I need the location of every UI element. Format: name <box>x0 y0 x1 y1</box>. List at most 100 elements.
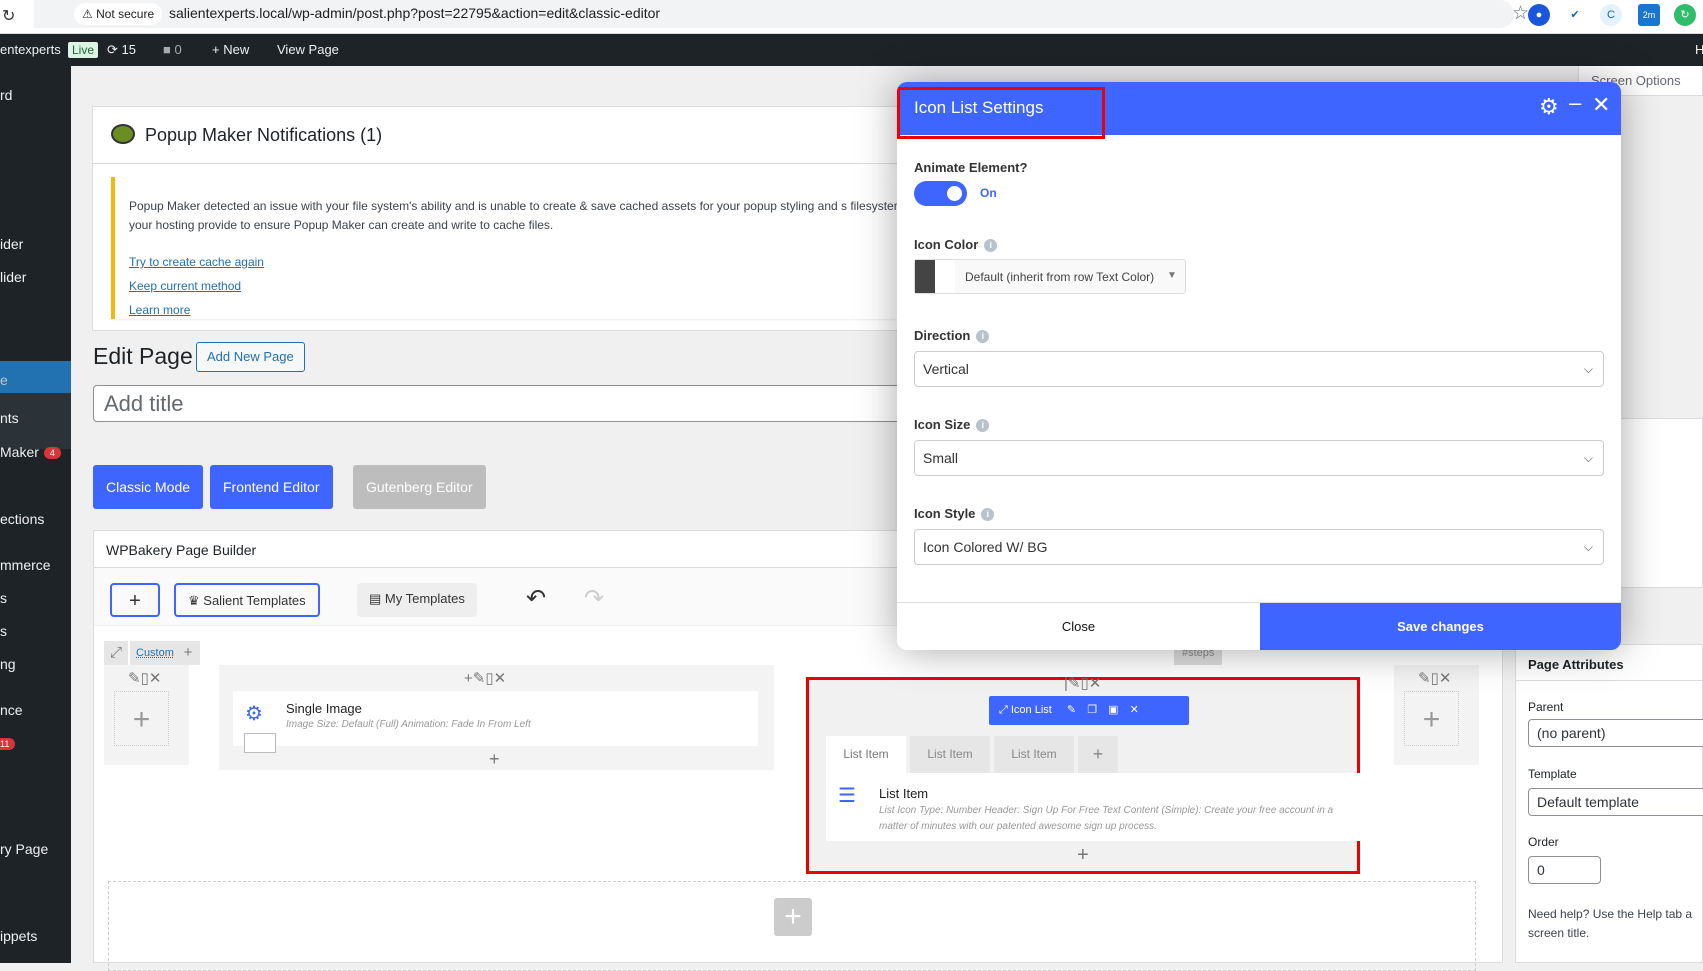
minimize-icon[interactable]: – <box>1569 90 1581 116</box>
my-templates-button[interactable]: ▤ My Templates <box>357 583 477 617</box>
plus-icon: + <box>212 42 220 57</box>
row-drag-handle-icon[interactable]: ⤢ <box>104 641 128 665</box>
sidebar-item-marketing[interactable]: ng <box>0 656 16 672</box>
sidebar-item-snippets[interactable]: ippets <box>0 928 37 944</box>
icon-size-select[interactable]: Small ⌵ <box>914 440 1604 476</box>
bookmark-star-icon[interactable]: ☆ <box>1512 2 1529 25</box>
sidebar-item-appearance[interactable]: nce <box>0 702 23 718</box>
info-icon[interactable]: i <box>976 419 990 433</box>
undo-icon[interactable]: ↶ <box>514 583 558 617</box>
reload-icon[interactable]: ↻ <box>2 6 15 26</box>
sidebar-item-popup-maker[interactable]: Maker 4 <box>0 444 61 460</box>
address-bar[interactable]: ⚠ Not secure salientexperts.local/wp-adm… <box>34 0 1529 28</box>
direction-select[interactable]: Vertical ⌵ <box>914 351 1604 387</box>
keep-current-method-link[interactable]: Keep current method <box>129 279 241 293</box>
info-icon[interactable]: i <box>981 508 995 522</box>
add-new-page-button[interactable]: Add New Page <box>196 342 305 372</box>
close-icon[interactable]: ✕ <box>1592 92 1610 118</box>
sidebar-item-gallery-page[interactable]: ry Page <box>0 841 48 857</box>
dropdown-arrow-icon: ▼ <box>1167 270 1177 281</box>
template-select[interactable]: Default template <box>1528 788 1703 816</box>
chevron-down-icon: ⌵ <box>1583 451 1593 465</box>
column-controls-icons[interactable]: ✎▯✕ <box>1418 669 1451 687</box>
password-manager-extension-icon[interactable]: ● <box>1528 4 1550 26</box>
sidebar-item-dashboard[interactable]: rd <box>0 87 12 103</box>
tab-list-item-1[interactable]: List Item <box>826 736 906 773</box>
comments-link[interactable]: ■ 0 <box>163 42 182 57</box>
order-input[interactable]: 0 <box>1528 856 1601 884</box>
tab-list-item-3[interactable]: List Item <box>994 736 1074 773</box>
row-layout-custom[interactable]: Custom <box>130 641 180 665</box>
icon-list-settings-modal: Icon List Settings ⚙ – ✕ Animate Element… <box>897 82 1621 650</box>
add-row-button[interactable]: + <box>774 898 812 936</box>
sync-extension-icon[interactable]: ↻ <box>1674 4 1696 26</box>
sidebar-item-plugins[interactable]: 11 <box>0 735 16 751</box>
clone-icon[interactable]: ❐ <box>1087 704 1097 716</box>
gutenberg-editor-button[interactable]: Gutenberg Editor <box>353 465 486 509</box>
column-controls-icons[interactable]: +✎▯✕ <box>464 669 506 687</box>
site-name-link[interactable]: entexperts <box>0 42 61 57</box>
column-single-image: +✎▯✕ ⚙ Single Image Image Size: Default … <box>219 665 774 770</box>
chevron-down-icon: ⌵ <box>1583 540 1593 554</box>
extension-check-icon[interactable]: ✔ <box>1564 4 1586 26</box>
icon-color-select[interactable]: Default (inherit from row Text Color) ▼ <box>914 259 1186 294</box>
add-tab-button[interactable]: + <box>1078 736 1118 773</box>
icon-style-select[interactable]: Icon Colored W/ BG ⌵ <box>914 529 1604 565</box>
toggle-state-label: On <box>980 186 997 200</box>
sidebar-item-woocommerce[interactable]: mmerce <box>0 557 51 573</box>
extension-c-icon[interactable]: C <box>1600 4 1622 26</box>
sidebar-item-analytics[interactable]: s <box>0 623 7 639</box>
icon-list-element-controls[interactable]: ⤢ Icon List ✎ ❐ ▣ ✕ <box>989 696 1189 725</box>
info-icon[interactable]: i <box>976 330 990 344</box>
column-controls-icons[interactable]: ✎▯✕ <box>128 669 161 687</box>
howdy-link[interactable]: H <box>1695 42 1703 57</box>
sidebar-item-sections[interactable]: ections <box>0 511 44 527</box>
post-title-input[interactable]: Add title <box>93 385 923 422</box>
animate-element-toggle[interactable] <box>914 181 967 206</box>
save-changes-button[interactable]: Save changes <box>1260 603 1621 650</box>
edit-pencil-icon[interactable]: ✎ <box>1067 704 1076 716</box>
sidebar-item-comments[interactable]: nts <box>0 410 19 426</box>
frontend-editor-button[interactable]: Frontend Editor <box>210 465 333 509</box>
sidebar-active-item[interactable] <box>0 361 71 393</box>
timer-extension-icon[interactable]: 2m <box>1638 4 1660 26</box>
updates-link[interactable]: ⟳ 15 <box>107 42 136 58</box>
new-content-link[interactable]: + New <box>212 42 249 57</box>
add-element-button[interactable]: + <box>110 583 160 617</box>
element-description: Image Size: Default (Full) Animation: Fa… <box>286 719 531 730</box>
try-create-cache-link[interactable]: Try to create cache again <box>129 255 264 269</box>
salient-templates-button[interactable]: ♛ Salient Templates <box>174 583 320 617</box>
page-title: Edit Page <box>93 343 193 369</box>
row-add-column-icon[interactable]: + <box>176 641 200 665</box>
copy-icon[interactable]: ▣ <box>1108 704 1118 716</box>
delete-x-icon[interactable]: ✕ <box>1130 704 1139 716</box>
add-element-below-icon[interactable]: + <box>489 749 500 770</box>
divider <box>1516 680 1702 681</box>
url-text[interactable]: salientexperts.local/wp-admin/post.php?p… <box>169 5 660 21</box>
modal-footer: Close Save changes <box>897 602 1621 650</box>
single-image-element[interactable]: ⚙ Single Image Image Size: Default (Full… <box>233 691 758 753</box>
redo-icon[interactable]: ↷ <box>572 583 616 617</box>
add-to-column-button[interactable]: + <box>1404 691 1459 746</box>
settings-gear-icon[interactable]: ⚙ <box>1539 94 1559 120</box>
learn-more-link[interactable]: Learn more <box>129 303 190 317</box>
classic-mode-button[interactable]: Classic Mode <box>93 465 204 509</box>
security-indicator[interactable]: ⚠ Not secure <box>74 3 163 25</box>
sidebar-item-layer-slider[interactable]: lider <box>0 269 26 285</box>
sidebar-item-products[interactable]: s <box>0 590 7 606</box>
move-icon[interactable]: ⤢ <box>999 704 1008 716</box>
comment-icon: ■ <box>163 42 171 57</box>
add-element-below-icon[interactable]: + <box>1077 844 1089 867</box>
view-page-link[interactable]: View Page <box>277 42 339 57</box>
tab-list-item-2[interactable]: List Item <box>910 736 990 773</box>
sidebar-item-slider[interactable]: ider <box>0 236 23 252</box>
list-item-element[interactable]: ☰ List Item List Icon Type: Number Heade… <box>826 773 1360 841</box>
info-icon[interactable]: i <box>984 239 998 253</box>
parent-select[interactable]: (no parent) <box>1528 719 1703 747</box>
close-button[interactable]: Close <box>897 603 1260 650</box>
sidebar-subitem[interactable]: e <box>0 372 8 388</box>
color-swatch <box>915 260 935 293</box>
column-controls-icons[interactable]: |✎▯✕ <box>1064 674 1101 692</box>
add-to-column-button[interactable]: + <box>114 691 169 746</box>
notice-body: Popup Maker detected an issue with your … <box>111 177 991 319</box>
